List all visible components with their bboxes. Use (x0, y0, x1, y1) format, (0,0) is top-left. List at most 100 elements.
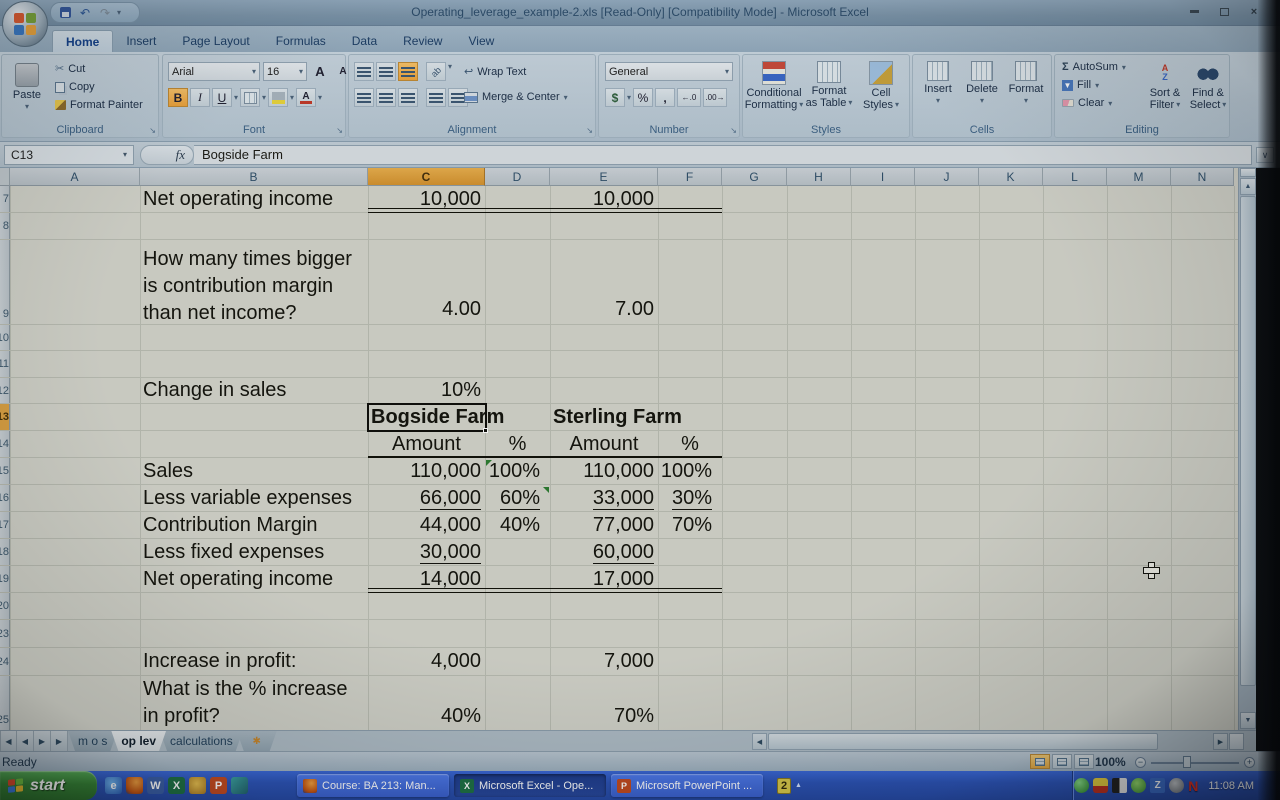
cell-styles-button[interactable]: Cell Styles▾ (855, 57, 907, 111)
cell-D18[interactable] (485, 539, 550, 565)
cell-C16[interactable]: 66,000 (368, 485, 485, 511)
row-header[interactable]: 15 (0, 458, 10, 484)
table-row[interactable]: 15 Sales 110,000 100% 110,000 100% (0, 458, 1238, 485)
font-size-combo[interactable]: 16▾ (263, 62, 307, 81)
conditional-formatting-button[interactable]: Conditional Formatting▾ (745, 57, 803, 111)
start-button[interactable]: start (0, 771, 97, 800)
font-name-dropdown[interactable]: ▾ (252, 67, 256, 76)
fill-handle[interactable] (483, 428, 488, 433)
column-header-d[interactable]: D (485, 168, 550, 186)
column-header-l[interactable]: L (1043, 168, 1107, 186)
cell-E24[interactable]: 7,000 (550, 648, 658, 675)
cell-B25[interactable]: What is the % increase in profit? (140, 676, 368, 730)
merge-center-dropdown[interactable]: ▾ (564, 93, 568, 102)
cell-A16[interactable] (10, 485, 140, 511)
cell-B17[interactable]: Contribution Margin (140, 512, 368, 538)
cell-B9[interactable]: How many times bigger is contribution ma… (140, 240, 368, 324)
column-header-i[interactable]: I (851, 168, 915, 186)
zoom-out-button[interactable]: − (1135, 757, 1146, 768)
row-header[interactable]: 11 (0, 351, 10, 377)
zoom-slider[interactable]: − + (1135, 754, 1255, 770)
cut-button[interactable]: ✂Cut (52, 61, 146, 76)
row-header[interactable]: 24 (0, 648, 10, 675)
format-painter-button[interactable]: Format Painter (52, 98, 146, 112)
cell-D24[interactable] (485, 648, 550, 675)
scroll-down-button[interactable]: ▼ (1240, 712, 1256, 729)
cell-C18[interactable]: 30,000 (368, 539, 485, 565)
increase-decimal-button[interactable]: ←.0 (677, 88, 701, 107)
close-button[interactable]: × (1242, 4, 1266, 19)
fill-color-dropdown[interactable]: ▾ (290, 93, 294, 102)
cell-D9[interactable] (485, 240, 550, 324)
cell-A13[interactable] (10, 404, 140, 430)
number-format-combo[interactable]: General▾ (605, 62, 733, 81)
cell-B16[interactable]: Less variable expenses (140, 485, 368, 511)
restore-button[interactable] (1212, 4, 1236, 19)
vertical-scroll-thumb[interactable] (1240, 196, 1256, 686)
merge-center-button[interactable]: Merge & Center ▾ (461, 90, 571, 104)
cell-B14[interactable] (140, 431, 368, 457)
cell-A17[interactable] (10, 512, 140, 538)
tab-insert[interactable]: Insert (113, 30, 169, 52)
cell-D15[interactable]: 100% (485, 458, 550, 484)
cell-E18[interactable]: 60,000 (550, 539, 658, 565)
percent-style-button[interactable]: % (633, 88, 653, 107)
cell-F16[interactable]: 30% (658, 485, 722, 511)
scroll-up-button[interactable]: ▲ (1240, 178, 1256, 195)
cell-A25[interactable] (10, 676, 140, 730)
comma-style-button[interactable]: , (655, 88, 675, 107)
bold-button[interactable]: B (168, 88, 188, 107)
tray-clover-icon[interactable] (1131, 778, 1146, 793)
last-sheet-button[interactable]: ▶ (51, 731, 68, 751)
tray-n-icon[interactable]: N (1188, 778, 1198, 794)
tray-bw-icon[interactable] (1112, 778, 1127, 793)
cell-F17[interactable]: 70% (658, 512, 722, 538)
accounting-format-button[interactable]: $ (605, 88, 625, 107)
sheet-tab-calculations[interactable]: calculations (160, 731, 243, 751)
cell-B13[interactable] (140, 404, 368, 430)
zoom-thumb[interactable] (1183, 756, 1191, 768)
table-row[interactable]: 13 Bogside Farm Sterling Farm (0, 404, 1238, 431)
autosum-button[interactable]: ΣAutoSum▾ (1059, 60, 1129, 74)
cell-E13[interactable]: Sterling Farm (550, 404, 658, 430)
cell-A7[interactable] (10, 186, 140, 212)
table-row[interactable]: 10 (0, 325, 1238, 351)
cell-B24[interactable]: Increase in profit: (140, 648, 368, 675)
tray-green-icon[interactable] (1074, 778, 1089, 793)
align-right-button[interactable] (398, 88, 418, 107)
tab-data[interactable]: Data (339, 30, 390, 52)
grow-font-button[interactable]: A (310, 62, 330, 81)
column-header-h[interactable]: H (787, 168, 851, 186)
align-bottom-button[interactable] (398, 62, 418, 81)
underline-dropdown[interactable]: ▾ (234, 93, 238, 102)
paste-button[interactable]: Paste ▾ (6, 59, 48, 113)
cell-A15[interactable] (10, 458, 140, 484)
word-icon[interactable]: W (147, 777, 164, 794)
cell-E17[interactable]: 77,000 (550, 512, 658, 538)
cell-A9[interactable] (10, 240, 140, 324)
cell-C24[interactable]: 4,000 (368, 648, 485, 675)
cell-E15[interactable]: 110,000 (550, 458, 658, 484)
cell-B15[interactable]: Sales (140, 458, 368, 484)
fill-button[interactable]: ▼Fill▾ (1059, 78, 1129, 92)
row-header[interactable]: 25 (0, 676, 10, 730)
column-header-c[interactable]: C (368, 168, 485, 186)
cell-A14[interactable] (10, 431, 140, 457)
tab-view[interactable]: View (455, 30, 507, 52)
font-name-combo[interactable]: Arial▾ (168, 62, 260, 81)
cell-A19[interactable] (10, 566, 140, 592)
name-box-dropdown[interactable]: ▾ (123, 150, 127, 159)
column-header-k[interactable]: K (979, 168, 1043, 186)
tab-review[interactable]: Review (390, 30, 455, 52)
next-sheet-button[interactable]: ▶ (34, 731, 51, 751)
table-row[interactable]: 25 What is the % increase in profit? 40%… (0, 676, 1238, 730)
row-header[interactable]: 9 (0, 240, 10, 324)
cell-D17[interactable]: 40% (485, 512, 550, 538)
cell-D25[interactable] (485, 676, 550, 730)
italic-button[interactable]: I (190, 88, 210, 107)
cell-D16[interactable]: 60% (485, 485, 550, 511)
app-icon[interactable] (231, 777, 248, 794)
hide-tray-icons-button[interactable]: ▲ (795, 782, 802, 789)
cell-B7[interactable]: Net operating income (140, 186, 368, 212)
table-row[interactable]: 14 Amount % Amount % (0, 431, 1238, 458)
